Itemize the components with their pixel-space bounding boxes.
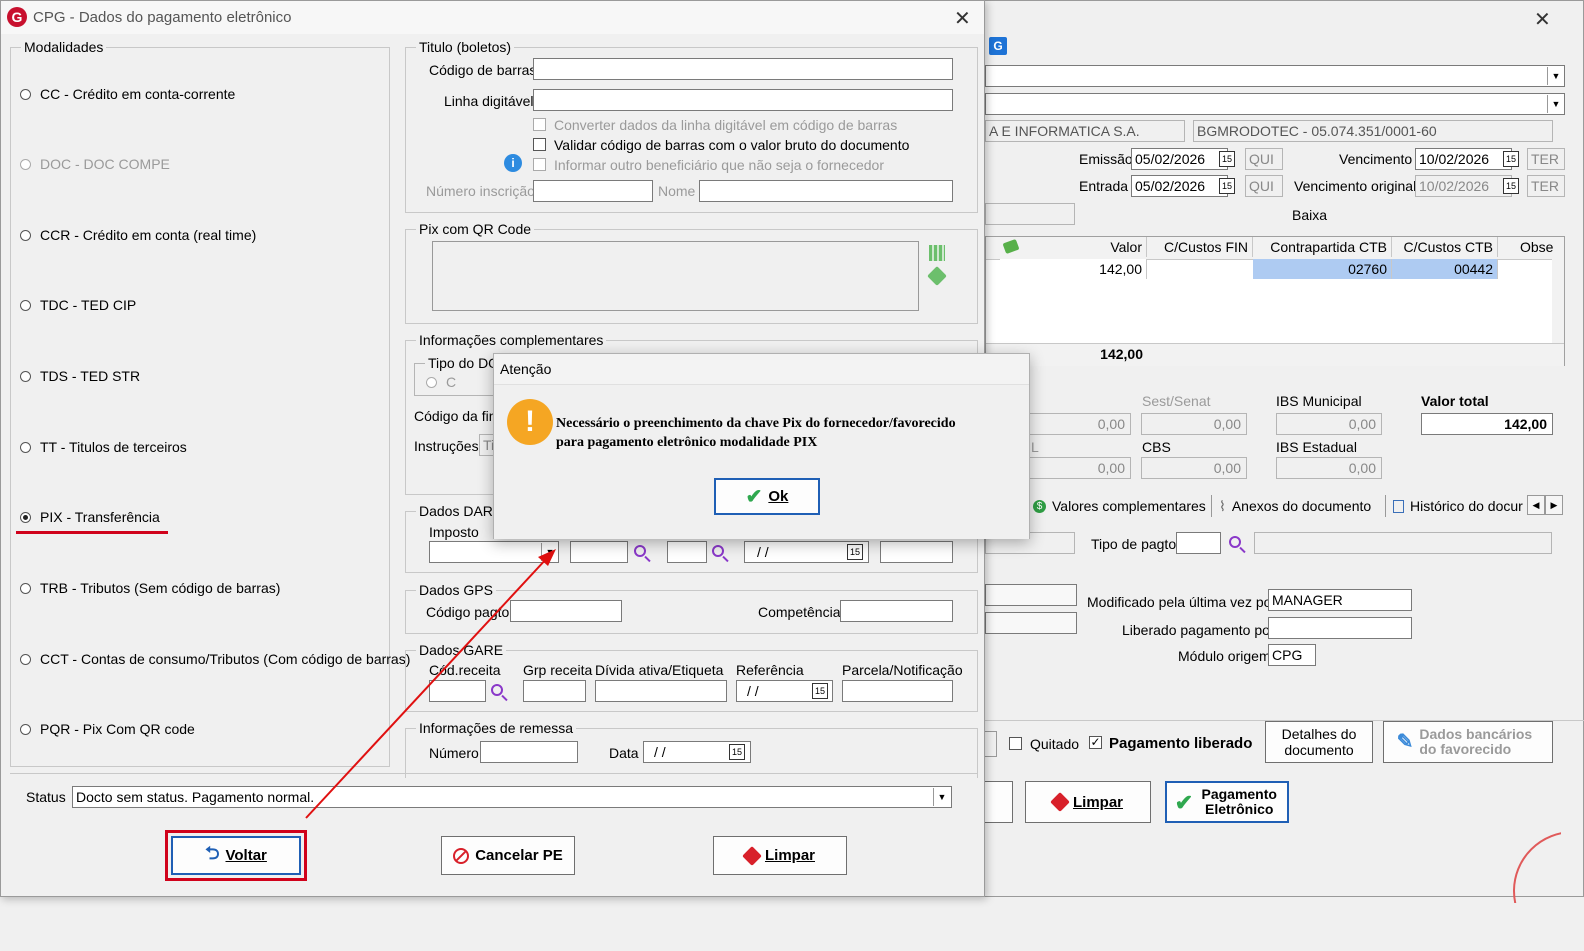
- alert-body: ! Necessário o preenchimento da chave Pi…: [494, 385, 1029, 539]
- alert-message-line1: Necessário o preenchimento da chave Pix …: [556, 416, 956, 431]
- alert-title: Atenção: [500, 361, 552, 377]
- ok-button[interactable]: ✔ Ok: [714, 478, 820, 515]
- ok-label: Ok: [768, 488, 789, 505]
- alert-message-line2: para pagamento eletrônico modalidade PIX: [556, 435, 818, 450]
- annotation-arrow-line: [305, 556, 549, 819]
- alert-titlebar[interactable]: Atenção: [494, 354, 1029, 385]
- check-icon: ✔: [745, 486, 763, 508]
- alert-dialog: Atenção ! Necessário o preenchimento da …: [493, 353, 1030, 539]
- warning-icon: !: [507, 399, 553, 445]
